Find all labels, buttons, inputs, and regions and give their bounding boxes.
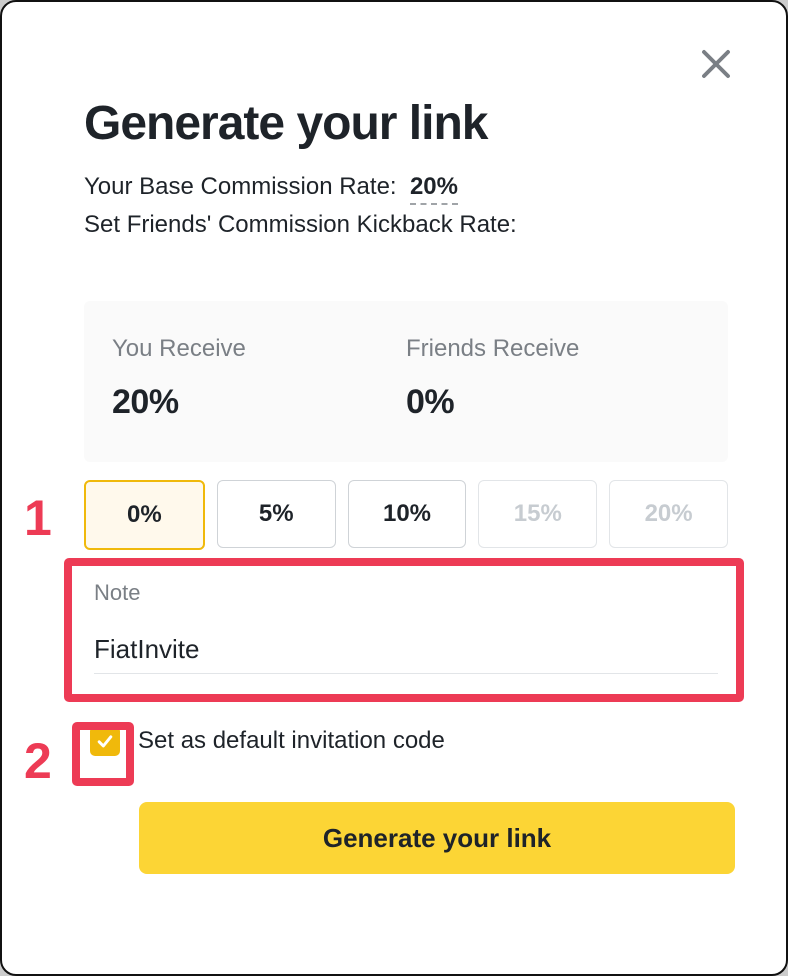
- you-receive-col: You Receive 20%: [112, 335, 406, 422]
- kickback-option-20: 20%: [609, 480, 728, 548]
- kickback-option-15: 15%: [478, 480, 597, 548]
- default-checkbox[interactable]: [90, 726, 120, 756]
- kickback-options: 0% 5% 10% 15% 20%: [84, 480, 728, 550]
- annotation-marker-2: 2: [24, 732, 52, 790]
- default-code-row: Set as default invitation code: [90, 726, 728, 756]
- modal-title: Generate your link: [84, 96, 728, 151]
- annotation-marker-1: 1: [24, 489, 52, 547]
- generate-link-button[interactable]: Generate your link: [139, 802, 735, 874]
- note-section: Note: [84, 558, 728, 690]
- base-commission-line: Your Base Commission Rate: 20%: [84, 173, 728, 205]
- close-button[interactable]: [698, 46, 734, 82]
- base-commission-label: Your Base Commission Rate:: [84, 173, 397, 200]
- close-icon: [698, 46, 734, 82]
- note-input[interactable]: [94, 634, 718, 674]
- check-icon: [95, 731, 115, 751]
- friends-receive-value: 0%: [406, 383, 700, 422]
- rate-summary-box: You Receive 20% Friends Receive 0%: [84, 301, 728, 462]
- note-label: Note: [94, 580, 718, 606]
- friends-receive-col: Friends Receive 0%: [406, 335, 700, 422]
- kickback-option-5[interactable]: 5%: [217, 480, 336, 548]
- generate-link-modal: Generate your link Your Base Commission …: [0, 0, 788, 976]
- base-commission-value: 20%: [410, 173, 458, 205]
- kickback-option-0[interactable]: 0%: [84, 480, 205, 550]
- default-checkbox-label: Set as default invitation code: [138, 727, 445, 755]
- friends-receive-label: Friends Receive: [406, 335, 700, 363]
- friends-kickback-label: Set Friends' Commission Kickback Rate:: [84, 211, 728, 239]
- kickback-option-10[interactable]: 10%: [348, 480, 467, 548]
- you-receive-label: You Receive: [112, 335, 406, 363]
- you-receive-value: 20%: [112, 383, 406, 422]
